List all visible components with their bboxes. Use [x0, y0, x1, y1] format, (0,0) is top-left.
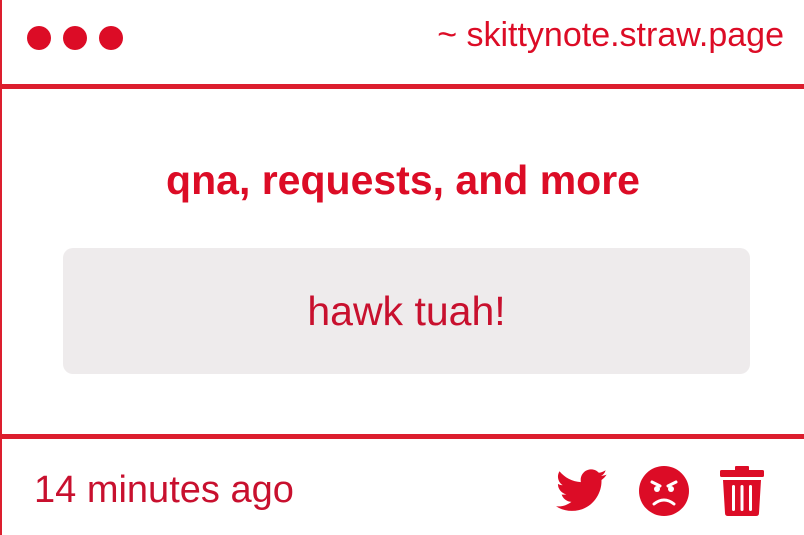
delete-button[interactable] [720, 466, 764, 516]
angry-face-icon [639, 466, 689, 516]
timestamp: 14 minutes ago [34, 469, 294, 511]
share-twitter-button[interactable] [556, 469, 608, 513]
window-dot-2[interactable] [63, 26, 87, 50]
window-titlebar: ~ skittynote.straw.page [2, 0, 804, 89]
trash-icon [720, 466, 764, 516]
site-url[interactable]: ~ skittynote.straw.page [437, 16, 784, 55]
window-dot-1[interactable] [27, 26, 51, 50]
window-controls [27, 26, 123, 50]
window-dot-3[interactable] [99, 26, 123, 50]
card-footer: 14 minutes ago [2, 434, 804, 535]
main-content: qna, requests, and more hawk tuah! [2, 89, 804, 434]
answer-text: hawk tuah! [307, 287, 506, 334]
note-card: ~ skittynote.straw.page qna, requests, a… [0, 0, 804, 535]
answer-box: hawk tuah! [63, 248, 750, 374]
action-bar [556, 465, 764, 517]
prompt-title: qna, requests, and more [166, 157, 640, 203]
twitter-icon [556, 469, 608, 511]
react-angry-button[interactable] [638, 465, 690, 517]
